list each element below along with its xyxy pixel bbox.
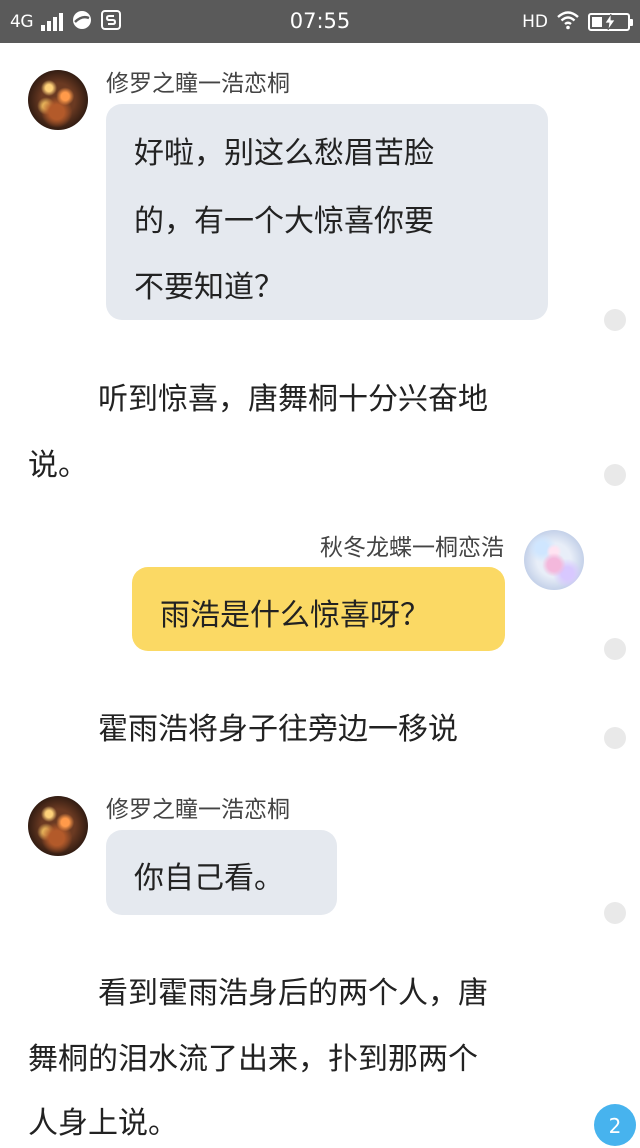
comment-dot[interactable] [604, 464, 626, 486]
status-bar: 4G 07:55 HD [0, 0, 640, 43]
sender-avatar[interactable] [524, 530, 584, 590]
message-text-line: 你自己看。 [134, 861, 284, 896]
hd-indicator: HD [522, 11, 548, 32]
narration-text: 看到霍雨浩身后的两个人，唐 [98, 976, 488, 1011]
page-number-badge[interactable]: 2 [594, 1104, 636, 1146]
message-text-line: 好啦，别这么愁眉苦脸 [134, 136, 434, 171]
message-bubble[interactable]: 你自己看。 [106, 830, 337, 915]
sender-name: 修罗之瞳一浩恋桐 [106, 71, 290, 97]
narration-text: 霍雨浩将身子往旁边一移说 [98, 712, 458, 747]
message-text-line: 的，有一个大惊喜你要 [134, 204, 434, 239]
narration-text: 听到惊喜，唐舞桐十分兴奋地 [98, 382, 488, 417]
message-text-line: 不要知道？ [134, 270, 284, 305]
comment-dot[interactable] [604, 638, 626, 660]
sender-name: 修罗之瞳一浩恋桐 [106, 797, 290, 823]
battery-fill [592, 16, 602, 27]
comment-dot[interactable] [604, 727, 626, 749]
narration-text: 说。 [28, 448, 88, 483]
battery-icon [588, 12, 633, 31]
message-bubble[interactable]: 雨浩是什么惊喜呀？ [132, 567, 505, 651]
comment-dot[interactable] [604, 309, 626, 331]
sender-avatar[interactable] [28, 70, 88, 130]
wifi-icon [556, 10, 580, 34]
sender-avatar[interactable] [28, 796, 88, 856]
charging-bolt-icon [604, 13, 616, 30]
message-text-line: 雨浩是什么惊喜呀？ [160, 598, 430, 633]
comment-dot[interactable] [604, 902, 626, 924]
message-bubble[interactable]: 好啦，别这么愁眉苦脸 的，有一个大惊喜你要 不要知道？ [106, 104, 548, 320]
narration-text: 舞桐的泪水流了出来，扑到那两个 [28, 1042, 478, 1077]
status-right: HD [522, 0, 633, 43]
narration-text: 人身上说。 [28, 1106, 178, 1141]
sender-name: 秋冬龙蝶一桐恋浩 [320, 535, 504, 561]
